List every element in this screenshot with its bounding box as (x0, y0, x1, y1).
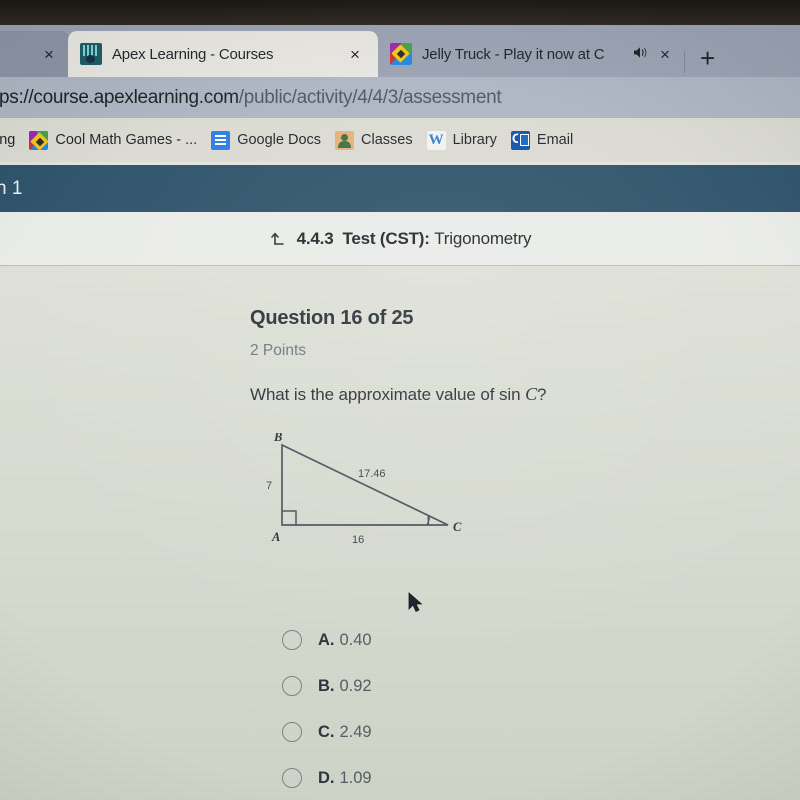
bookmark-item-partial[interactable]: ing (0, 132, 15, 148)
bookmark-label: ing (0, 132, 16, 148)
cool-math-games-icon (390, 43, 412, 65)
option-value: 1.09 (339, 768, 372, 787)
question-body: Question 16 of 25 2 Points What is the a… (250, 307, 760, 548)
option-letter: B. (318, 676, 335, 695)
bookmark-item-library[interactable]: W Library (426, 130, 497, 150)
url-path: /public/activity/4/4/3/assessment (238, 86, 502, 108)
activity-title: 4.4.3 Test (CST): Trigonometry (297, 229, 532, 249)
outlook-icon (510, 130, 530, 150)
answer-option-label: C. 2.49 (318, 723, 372, 742)
browser-tab-jelly-truck[interactable]: Jelly Truck - Play it now at C × (378, 31, 688, 77)
radio-button[interactable] (282, 630, 302, 650)
bookmark-item-email[interactable]: Email (510, 130, 574, 150)
google-classroom-icon (335, 130, 355, 150)
answer-options-list: A. 0.40 B. 0.92 C. 2.49 D. 1.09 (282, 617, 372, 800)
tab-title: Apex Learning - Courses (112, 45, 274, 63)
browser-tab-apex-learning[interactable]: Apex Learning - Courses × (68, 31, 378, 77)
browser-tab-partial[interactable]: × (0, 31, 70, 77)
vertex-label-B: B (273, 433, 282, 444)
triangle-diagram-svg: B A C 7 16 17.46 (266, 430, 462, 546)
prompt-text: What is the approximate value of sin (250, 385, 526, 404)
cool-math-games-icon (29, 130, 49, 150)
apex-navbar-label: n 1 (0, 177, 23, 199)
answer-option-label: A. 0.40 (318, 631, 372, 650)
answer-option-d[interactable]: D. 1.09 (282, 755, 372, 800)
question-points: 2 Points (250, 342, 307, 359)
question-prompt: What is the approximate value of sin C? (250, 384, 760, 405)
option-value: 0.92 (339, 676, 372, 695)
bookmark-item-google-docs[interactable]: Google Docs (211, 130, 322, 150)
bookmark-label: Classes (361, 132, 413, 148)
tab-title: Jelly Truck - Play it now at C (422, 45, 605, 63)
side-label-AB: 7 (266, 480, 272, 492)
radio-button[interactable] (282, 722, 302, 742)
activity-type: Test (CST): (342, 228, 430, 248)
speaker-icon[interactable] (630, 46, 650, 62)
up-level-arrow-icon[interactable] (269, 230, 287, 248)
answer-option-a[interactable]: A. 0.40 (282, 617, 372, 663)
photographed-screen: × Apex Learning - Courses × Jelly Truck … (0, 0, 800, 800)
apex-learning-icon (80, 43, 102, 65)
tab-divider (684, 51, 685, 73)
bookmark-item-classes[interactable]: Classes (335, 130, 413, 150)
bookmark-label: Google Docs (237, 132, 322, 148)
speaker-icon-svg (633, 47, 646, 58)
close-icon[interactable]: × (344, 46, 366, 63)
bookmark-label: Library (452, 132, 497, 148)
activity-title-bar: 4.4.3 Test (CST): Trigonometry (0, 212, 800, 266)
answer-option-label: B. 0.92 (318, 677, 372, 696)
bookmark-item-cool-math-games[interactable]: Cool Math Games - ... (29, 130, 198, 150)
activity-number: 4.4.3 (296, 228, 334, 248)
weebly-w-icon: W (426, 130, 446, 150)
side-label-AC: 16 (352, 534, 364, 546)
up-level-arrow-svg (270, 232, 284, 245)
address-bar[interactable]: tps://course.apexlearning.com/public/act… (0, 77, 800, 118)
url-host: tps://course.apexlearning.com (0, 86, 239, 108)
apex-top-navbar: n 1 (0, 165, 800, 212)
vertex-label-C: C (453, 520, 462, 534)
option-value: 2.49 (339, 722, 372, 741)
new-tab-button[interactable]: + (700, 45, 715, 71)
answer-option-b[interactable]: B. 0.92 (282, 663, 372, 709)
side-label-BC: 17.46 (358, 468, 386, 480)
apex-learning-page: n 1 4.4.3 Test (CST): Trigonometry Quest… (0, 162, 800, 800)
option-value: 0.40 (339, 630, 372, 649)
close-icon[interactable]: × (38, 46, 60, 63)
device-bezel (0, 0, 800, 25)
triangle-figure: B A C 7 16 17.46 (252, 430, 462, 548)
activity-subject: Trigonometry (434, 228, 532, 248)
address-bar-url: tps://course.apexlearning.com/public/act… (0, 86, 502, 109)
answer-option-c[interactable]: C. 2.49 (282, 709, 372, 755)
prompt-variable: C (525, 384, 537, 404)
bookmarks-bar: ing Cool Math Games - ... Google Docs Cl… (0, 118, 800, 162)
vertex-label-A: A (271, 530, 280, 544)
answer-option-label: D. 1.09 (318, 769, 372, 788)
prompt-text-end: ? (536, 385, 547, 404)
radio-button[interactable] (282, 768, 302, 788)
google-docs-icon (211, 130, 231, 150)
option-letter: D. (318, 768, 335, 787)
bookmark-label: Email (536, 132, 574, 148)
browser-tab-strip: × Apex Learning - Courses × Jelly Truck … (0, 25, 800, 77)
bookmark-label: Cool Math Games - ... (55, 132, 198, 148)
radio-button[interactable] (282, 676, 302, 696)
option-letter: C. (318, 722, 335, 741)
question-heading: Question 16 of 25 (250, 307, 414, 329)
option-letter: A. (318, 630, 335, 649)
close-icon[interactable]: × (654, 46, 676, 63)
